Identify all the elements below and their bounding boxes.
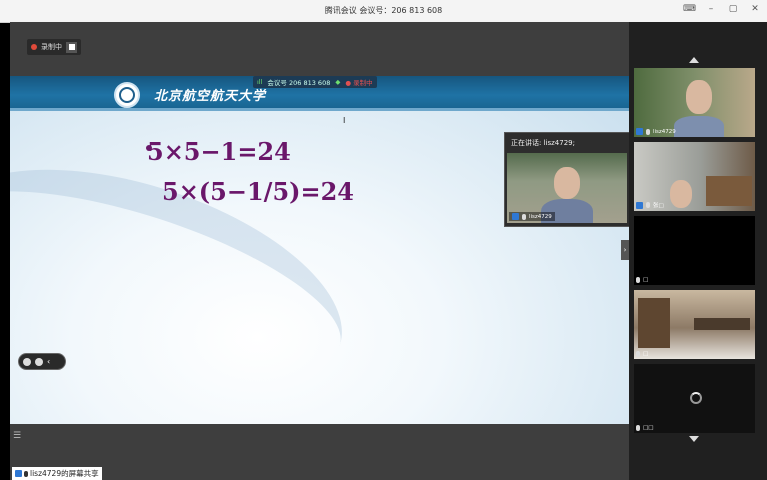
mic-icon [636, 277, 640, 283]
recording-indicator: 录制中 [27, 39, 81, 55]
meeting-info-bar: ıll 会议号 206 813 608 ◆ ● 录制中 [253, 76, 377, 88]
collapse-panel-button[interactable]: › [621, 240, 629, 260]
signal-icon: ıll [257, 78, 263, 86]
mic-icon [646, 128, 650, 135]
user-icon [512, 213, 519, 220]
participant-tile[interactable]: lisz4729 [634, 68, 755, 137]
recording-status: ● 录制中 [345, 79, 373, 87]
participant-name: □ [643, 277, 649, 283]
emoji-icon[interactable] [23, 357, 31, 366]
participant-tile[interactable]: □□ [634, 364, 755, 433]
participant-name: lisz4729 [653, 128, 676, 135]
chat-icon[interactable] [35, 357, 43, 366]
annotation-toolbar[interactable]: ‹ [18, 353, 66, 370]
participant-name: □ [643, 351, 649, 357]
shield-icon: ◆ [335, 78, 341, 86]
meeting-number: 会议号 206 813 608 [267, 79, 331, 87]
chevron-left-icon[interactable]: ‹ [47, 357, 50, 366]
title-bar: 腾讯会议 会议号：206 813 608 ⌨ – ▢ ✕ [0, 0, 767, 23]
close-button[interactable]: ✕ [749, 4, 761, 14]
user-icon [636, 128, 643, 135]
loading-spinner-icon [690, 392, 702, 404]
participant-name: 张□ [653, 203, 664, 209]
participant-tile[interactable]: □ [634, 216, 755, 285]
window-title: 腾讯会议 会议号：206 813 608 [324, 6, 443, 15]
window-controls: ⌨ – ▢ ✕ [683, 4, 761, 14]
equation-line-1: 5×5−1=24 [147, 137, 291, 166]
scroll-up-icon[interactable] [689, 57, 699, 63]
participant-name: □□ [643, 425, 654, 431]
equation-line-2: 5×(5−1/5)=24 [162, 177, 354, 206]
record-dot-icon [31, 44, 37, 50]
university-logo-icon [114, 82, 140, 108]
user-icon [15, 470, 22, 477]
mic-icon [646, 202, 650, 208]
stop-icon [68, 44, 75, 50]
active-speaker-panel[interactable]: 正在讲话: lisz4729; lisz4729 [504, 132, 630, 227]
speaker-video: lisz4729 [507, 153, 627, 223]
shared-slide: 北京航空航天大学 [10, 76, 629, 424]
keyboard-icon[interactable]: ⌨ [683, 4, 696, 14]
recording-label: 录制中 [41, 43, 62, 51]
share-label-text: lisz4729的屏幕共享 [30, 469, 99, 478]
participant-tile[interactable]: □ [634, 290, 755, 359]
speaker-name: lisz4729 [529, 213, 552, 220]
text-cursor-icon: I [343, 116, 346, 125]
mic-icon [636, 351, 640, 357]
user-icon [636, 201, 643, 209]
maximize-button[interactable]: ▢ [727, 4, 739, 14]
mic-icon [636, 425, 640, 431]
mic-icon [24, 470, 28, 477]
school-name: 北京航空航天大学 [154, 89, 267, 104]
mic-icon [522, 213, 526, 220]
slide-swirl-decoration [10, 125, 370, 424]
speaker-name-tag: lisz4729 [509, 212, 555, 221]
screen-share-label: lisz4729的屏幕共享 [12, 467, 102, 480]
minimize-button[interactable]: – [705, 4, 717, 14]
menu-icon[interactable]: ☰ [13, 431, 21, 441]
stop-recording-button[interactable] [66, 41, 77, 53]
participant-tile[interactable]: 张□ [634, 142, 755, 211]
speaker-label: 正在讲话: lisz4729; [511, 139, 575, 147]
scroll-down-icon[interactable] [689, 436, 699, 442]
